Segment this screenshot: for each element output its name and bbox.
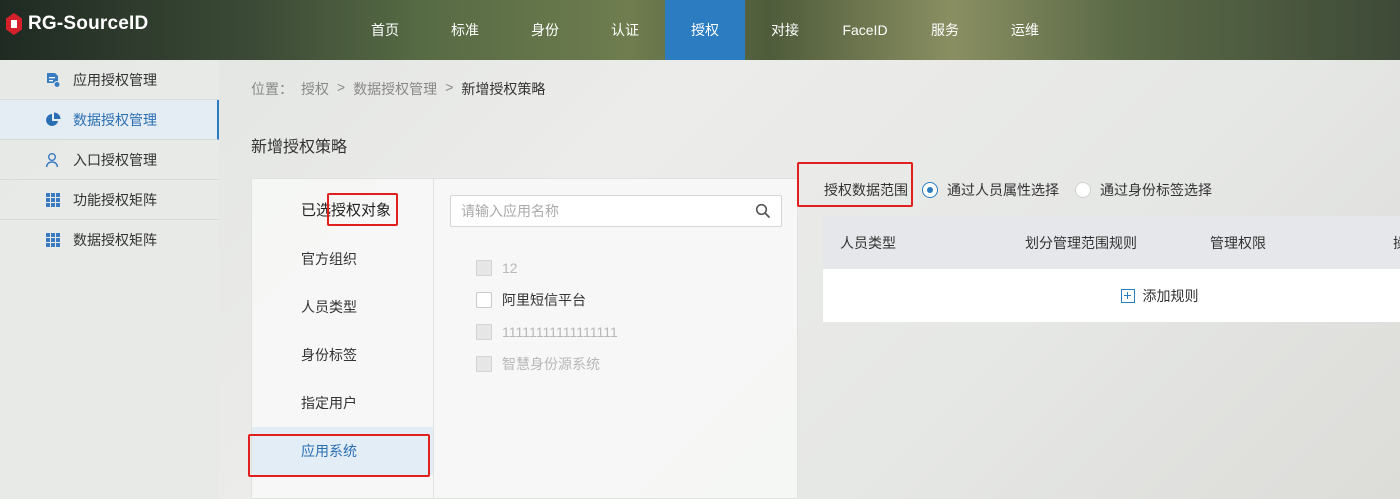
scope-radio-group: 通过人员属性选择 通过身份标签选择 bbox=[922, 180, 1212, 200]
top-navbar: RG-SourceID 首页 标准 身份 认证 授权 对接 FaceID 服务 … bbox=[0, 0, 1400, 60]
app-list-item[interactable]: 阿里短信平台 bbox=[476, 284, 618, 316]
category-specified-user[interactable]: 指定用户 bbox=[252, 379, 433, 427]
rules-table: 人员类型 划分管理范围规则 管理权限 操 添加规则 bbox=[823, 216, 1400, 322]
column-header-permission: 管理权限 bbox=[1210, 234, 1266, 251]
nav-item-identity[interactable]: 身份 bbox=[505, 0, 585, 60]
radio-unchecked-icon bbox=[1075, 182, 1091, 198]
category-person-type[interactable]: 人员类型 bbox=[252, 283, 433, 331]
category-official-org[interactable]: 官方组织 bbox=[252, 235, 433, 283]
nav-item-faceid[interactable]: FaceID bbox=[825, 0, 905, 60]
pie-chart-icon bbox=[45, 112, 61, 128]
object-category-panel: 已选授权对象 官方组织 人员类型 身份标签 指定用户 应用系统 bbox=[251, 178, 433, 499]
page-title: 新增授权策略 bbox=[251, 139, 348, 156]
nav-item-standard[interactable]: 标准 bbox=[425, 0, 505, 60]
app-search-box bbox=[450, 195, 782, 227]
sidebar-item-label: 功能授权矩阵 bbox=[73, 191, 157, 208]
logo-text: RG-SourceID bbox=[28, 13, 149, 34]
radio-by-person-attribute[interactable]: 通过人员属性选择 bbox=[922, 180, 1059, 200]
radio-label: 通过人员属性选择 bbox=[947, 182, 1059, 198]
logo-icon bbox=[6, 13, 22, 35]
rules-table-header: 人员类型 划分管理范围规则 管理权限 操 bbox=[823, 216, 1400, 269]
breadcrumb-link-authorization[interactable]: 授权 bbox=[301, 79, 329, 99]
app-checkbox[interactable] bbox=[476, 292, 492, 308]
sidebar-item-label: 入口授权管理 bbox=[73, 151, 157, 168]
nav-item-auth[interactable]: 认证 bbox=[585, 0, 665, 60]
breadcrumb-link-data-auth[interactable]: 数据授权管理 bbox=[353, 79, 437, 99]
sidebar-item-entry-auth[interactable]: 入口授权管理 bbox=[0, 140, 219, 180]
app-checkbox bbox=[476, 260, 492, 276]
app-search-input[interactable] bbox=[451, 196, 741, 226]
sidebar: 应用授权管理 数据授权管理 入口授权管理 功能授权矩阵 数据授权矩阵 bbox=[0, 60, 219, 499]
nav-item-ops[interactable]: 运维 bbox=[985, 0, 1065, 60]
category-app-system[interactable]: 应用系统 bbox=[252, 427, 433, 475]
sidebar-item-app-auth[interactable]: 应用授权管理 bbox=[0, 60, 219, 100]
app-doc-icon bbox=[45, 72, 61, 88]
radio-label: 通过身份标签选择 bbox=[1100, 182, 1212, 198]
radio-by-identity-tag[interactable]: 通过身份标签选择 bbox=[1075, 180, 1212, 200]
selected-objects-title: 已选授权对象 bbox=[301, 202, 392, 219]
breadcrumb-separator: > bbox=[445, 79, 454, 95]
grid-icon bbox=[45, 232, 61, 248]
main-nav: 首页 标准 身份 认证 授权 对接 FaceID 服务 运维 bbox=[345, 0, 1065, 60]
scope-label: 授权数据范围 bbox=[824, 182, 908, 198]
sidebar-item-function-matrix[interactable]: 功能授权矩阵 bbox=[0, 180, 219, 220]
app-list-item: 11111111111111111 bbox=[476, 316, 618, 348]
sidebar-item-label: 数据授权管理 bbox=[73, 111, 157, 128]
radio-checked-icon bbox=[922, 182, 938, 198]
column-header-action: 操 bbox=[1393, 233, 1400, 253]
sidebar-item-data-matrix[interactable]: 数据授权矩阵 bbox=[0, 220, 219, 260]
app-list: 12 阿里短信平台 11111111111111111 智慧身份源系统 bbox=[476, 252, 618, 380]
app-checkbox bbox=[476, 356, 492, 372]
breadcrumb: 位置： 授权 > 数据授权管理 > 新增授权策略 bbox=[251, 79, 545, 99]
category-identity-tag[interactable]: 身份标签 bbox=[252, 331, 433, 379]
rules-table-body: 添加规则 bbox=[823, 269, 1400, 322]
app-name: 智慧身份源系统 bbox=[502, 356, 600, 372]
column-header-scope-rule: 划分管理范围规则 bbox=[1025, 234, 1137, 251]
breadcrumb-current: 新增授权策略 bbox=[461, 81, 546, 97]
user-outline-icon bbox=[45, 152, 61, 168]
app-checkbox bbox=[476, 324, 492, 340]
app-select-panel: 12 阿里短信平台 11111111111111111 智慧身份源系统 bbox=[433, 178, 798, 499]
app-name: 阿里短信平台 bbox=[502, 292, 586, 308]
sidebar-item-label: 数据授权矩阵 bbox=[73, 232, 157, 248]
app-list-item: 12 bbox=[476, 252, 618, 284]
selected-objects-header: 已选授权对象 bbox=[252, 187, 433, 235]
plus-square-icon bbox=[1120, 288, 1135, 303]
column-header-person-type: 人员类型 bbox=[840, 234, 896, 251]
grid-icon bbox=[45, 192, 61, 208]
search-icon[interactable] bbox=[755, 203, 771, 219]
add-rule-button[interactable]: 添加规则 bbox=[1120, 286, 1199, 306]
nav-item-authorization[interactable]: 授权 bbox=[665, 0, 745, 60]
add-rule-label: 添加规则 bbox=[1142, 287, 1199, 304]
app-list-item: 智慧身份源系统 bbox=[476, 348, 618, 380]
nav-item-home[interactable]: 首页 bbox=[345, 0, 425, 60]
app-name: 12 bbox=[502, 260, 518, 276]
app-name: 11111111111111111 bbox=[502, 324, 618, 340]
sidebar-item-label: 应用授权管理 bbox=[73, 71, 157, 88]
breadcrumb-prefix: 位置： bbox=[251, 81, 293, 97]
logo[interactable]: RG-SourceID bbox=[6, 12, 148, 36]
nav-item-integration[interactable]: 对接 bbox=[745, 0, 825, 60]
breadcrumb-separator: > bbox=[337, 79, 346, 95]
nav-item-service[interactable]: 服务 bbox=[905, 0, 985, 60]
sidebar-item-data-auth[interactable]: 数据授权管理 bbox=[0, 100, 219, 140]
